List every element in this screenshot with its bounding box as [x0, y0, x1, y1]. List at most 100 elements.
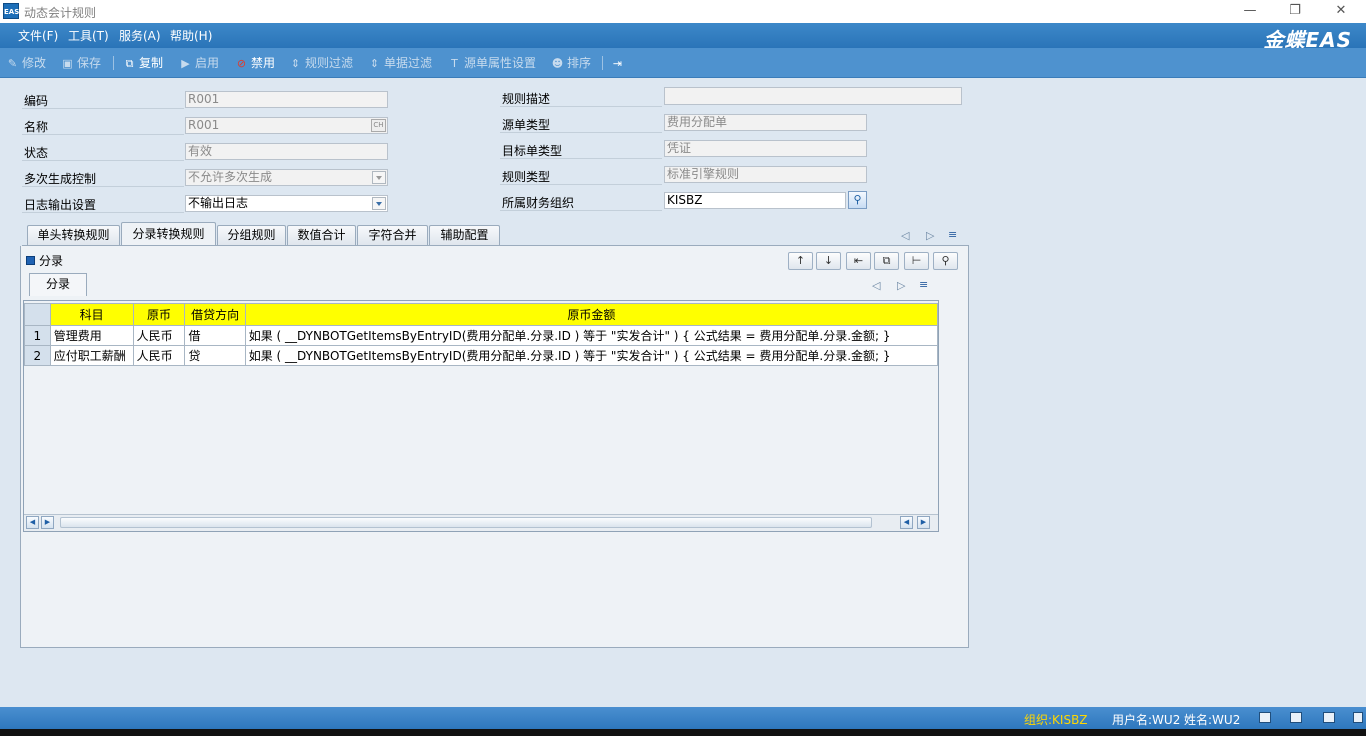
enable-label: 启用: [195, 56, 220, 70]
code-field[interactable]: R001: [185, 91, 388, 108]
cell-direction[interactable]: 借: [184, 325, 246, 346]
language-button[interactable]: CH: [371, 119, 386, 132]
bill-filter-button[interactable]: ⇕ 单据过滤: [368, 55, 432, 71]
title-bar: EAS 动态会计规则 — ❐ ✕: [0, 0, 1366, 23]
restore-icon[interactable]: ❐: [1280, 1, 1310, 21]
log-output-select[interactable]: 不输出日志: [185, 195, 388, 212]
exit-button[interactable]: ⇥: [611, 55, 624, 71]
menu-bar: 文件(F) 工具(T) 服务(A) 帮助(H): [0, 23, 1366, 48]
cell-amount[interactable]: 如果 ( __DYNBOTGetItemsByEntryID(费用分配单.分录.…: [244, 345, 939, 366]
sort-button[interactable]: ☻ 排序: [551, 55, 591, 71]
target-type-field[interactable]: 凭证: [664, 140, 867, 157]
close-icon[interactable]: ✕: [1326, 1, 1356, 21]
name-value: R001: [188, 118, 220, 132]
subtab-list-icon[interactable]: ≡: [919, 278, 928, 291]
col-direction[interactable]: 借贷方向: [184, 303, 246, 326]
source-attr-button[interactable]: T 源单属性设置: [448, 55, 536, 71]
cell-account[interactable]: 应付职工薪酬: [49, 345, 134, 366]
rule-filter-button[interactable]: ⇕ 规则过滤: [289, 55, 353, 71]
tab-aux-config[interactable]: 辅助配置: [429, 225, 500, 245]
status-bar: 组织:KISBZ 用户名:WU2 姓名:WU2: [0, 707, 1366, 729]
menu-help[interactable]: 帮助(H): [170, 27, 212, 44]
chevron-down-icon[interactable]: [372, 197, 386, 210]
name-field[interactable]: R001 CH: [185, 117, 388, 134]
tab-numeric-sum[interactable]: 数值合计: [287, 225, 356, 245]
chevron-down-icon[interactable]: [372, 171, 386, 184]
subtab-scroll-right-icon[interactable]: ▷: [897, 279, 905, 292]
row-number[interactable]: 1: [24, 325, 51, 346]
rule-desc-field[interactable]: [664, 87, 962, 105]
status-field[interactable]: 有效: [185, 143, 388, 160]
tab-group-rules[interactable]: 分组规则: [217, 225, 286, 245]
tab-scroll-left-icon[interactable]: ◁: [901, 229, 909, 242]
finance-org-field[interactable]: KISBZ: [664, 192, 846, 209]
copy-row-icon[interactable]: ⧉: [874, 252, 899, 270]
name-underline: [22, 134, 184, 135]
col-currency[interactable]: 原币: [132, 303, 186, 326]
multi-gen-select[interactable]: 不允许多次生成: [185, 169, 388, 186]
cell-amount[interactable]: 如果 ( __DYNBOTGetItemsByEntryID(费用分配单.分录.…: [244, 325, 939, 346]
row-number[interactable]: 2: [24, 345, 51, 366]
tab-scroll-right-icon[interactable]: ▷: [926, 229, 934, 242]
tab-string-merge[interactable]: 字符合并: [357, 225, 428, 245]
disk-icon: ▣: [62, 56, 73, 70]
cell-account[interactable]: 管理费用: [49, 325, 134, 346]
enable-icon: ▶: [181, 56, 190, 70]
scroll-right-icon[interactable]: ▶: [917, 516, 930, 529]
filter-icon: ⇕: [290, 56, 301, 70]
tab-header-rules[interactable]: 单头转换规则: [27, 225, 120, 245]
section-marker-icon: [26, 256, 35, 265]
rule-type-underline: [500, 184, 662, 185]
insert-row-icon[interactable]: ⇤: [846, 252, 871, 270]
copy-label: 复制: [139, 56, 164, 70]
save-button[interactable]: ▣ 保存: [61, 55, 101, 71]
table-header-row: 科目 原币 借贷方向 原币金额: [24, 303, 939, 326]
lookup-icon[interactable]: ⚲: [848, 191, 867, 209]
search-icon[interactable]: ⚲: [933, 252, 958, 270]
scroll-left-icon[interactable]: ◀: [900, 516, 913, 529]
subtab-entry[interactable]: 分录: [29, 273, 87, 296]
status-user: 用户名:WU2: [1112, 713, 1181, 727]
rule-desc-label: 规则描述: [502, 92, 551, 106]
cell-currency[interactable]: 人民币: [132, 345, 186, 366]
edit-button[interactable]: ✎ 修改: [6, 55, 46, 71]
enable-button[interactable]: ▶ 启用: [179, 55, 219, 71]
section-title: 分录: [39, 254, 64, 268]
copy-button[interactable]: ⧉ 复制: [123, 55, 163, 71]
menu-tools[interactable]: 工具(T): [68, 27, 109, 44]
finance-org-label: 所属财务组织: [502, 196, 575, 210]
move-down-icon[interactable]: ↓: [816, 252, 841, 270]
minimize-icon[interactable]: —: [1235, 1, 1265, 21]
menu-service[interactable]: 服务(A): [119, 27, 161, 44]
grid-icon[interactable]: [1323, 712, 1335, 723]
help-icon[interactable]: [1353, 712, 1363, 723]
horizontal-scrollbar[interactable]: ◀ ▶ ◀ ▶: [24, 514, 938, 531]
sort-label: 排序: [567, 56, 592, 70]
menu-file[interactable]: 文件(F): [18, 27, 58, 44]
cell-direction[interactable]: 贷: [184, 345, 246, 366]
log-output-underline: [22, 212, 184, 213]
scroll-left-icon[interactable]: ◀: [26, 516, 39, 529]
entry-grid: 科目 原币 借贷方向 原币金额 1 管理费用 人民币 借 如果 ( __DYNB…: [23, 300, 939, 532]
table-row[interactable]: 2 应付职工薪酬 人民币 贷 如果 ( __DYNBOTGetItemsByEn…: [24, 345, 939, 366]
subtab-scroll-left-icon[interactable]: ◁: [872, 279, 880, 292]
rule-type-field[interactable]: 标准引擎规则: [664, 166, 867, 183]
tab-entry-rules[interactable]: 分录转换规则: [121, 222, 216, 246]
name-label: 名称: [24, 120, 49, 134]
cell-currency[interactable]: 人民币: [132, 325, 186, 346]
source-type-field[interactable]: 费用分配单: [664, 114, 867, 131]
tree-icon[interactable]: ⊢: [904, 252, 929, 270]
row-header-corner: [24, 303, 51, 326]
multi-gen-label: 多次生成控制: [24, 172, 97, 186]
message-icon[interactable]: [1259, 712, 1271, 723]
scroll-right-icon[interactable]: ▶: [41, 516, 54, 529]
col-account[interactable]: 科目: [49, 303, 134, 326]
table-row[interactable]: 1 管理费用 人民币 借 如果 ( __DYNBOTGetItemsByEntr…: [24, 325, 939, 346]
tab-list-icon[interactable]: ≡: [948, 228, 957, 241]
scrollbar-thumb[interactable]: [60, 517, 872, 528]
col-amount[interactable]: 原币金额: [244, 303, 939, 326]
disable-button[interactable]: ⊘ 禁用: [235, 55, 275, 71]
target-type-label: 目标单类型: [502, 144, 563, 158]
move-up-icon[interactable]: ↑: [788, 252, 813, 270]
window-icon[interactable]: [1290, 712, 1302, 723]
